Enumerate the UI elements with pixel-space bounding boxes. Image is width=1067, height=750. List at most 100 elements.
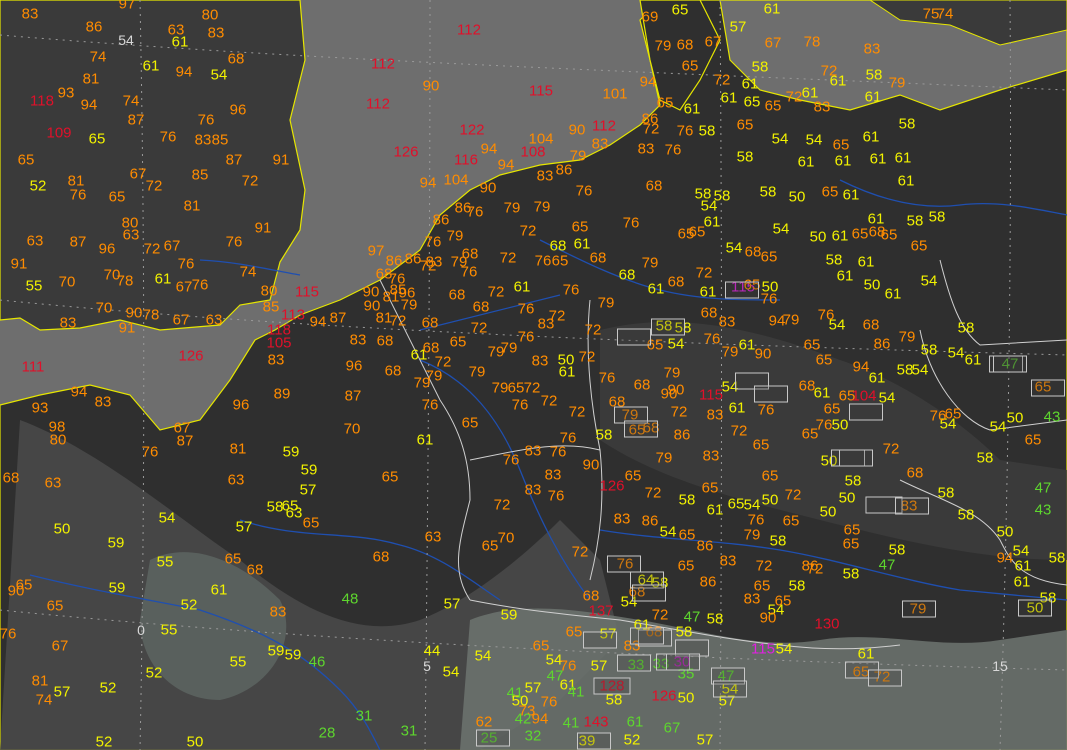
- gust-observation: 58: [751, 58, 769, 76]
- gust-observation: 87: [69, 233, 87, 251]
- gust-observation: 90: [7, 582, 25, 600]
- gust-observation: 80: [260, 282, 278, 300]
- gust-observation: 68: [2, 469, 20, 487]
- gust-observation: 72: [882, 440, 900, 458]
- highlighted-station-box: 26: [583, 631, 617, 649]
- gust-observation: 94: [639, 73, 657, 91]
- gust-observation: 54: [771, 130, 789, 148]
- gust-observation: 54: [805, 131, 823, 149]
- highlighted-station-box: 30: [666, 653, 700, 671]
- gust-observation: 72: [670, 403, 688, 421]
- gust-observation: 78: [116, 272, 134, 290]
- gust-observation: 76: [69, 186, 87, 204]
- gust-observation: 54: [667, 335, 685, 353]
- gust-observation: 83: [207, 24, 225, 42]
- gust-observation: 78: [803, 33, 821, 51]
- gust-observation: 143: [583, 713, 609, 731]
- gust-observation: 61: [1014, 557, 1032, 575]
- gust-observation: 94: [531, 710, 549, 728]
- gust-observation: 83: [267, 351, 285, 369]
- gust-observation: 83: [349, 331, 367, 349]
- gust-observation: 65: [727, 495, 745, 513]
- gust-observation: 72: [143, 240, 161, 258]
- gust-observation: 65: [671, 1, 689, 19]
- gust-observation: 65: [507, 379, 525, 397]
- gust-observation: 65: [677, 557, 695, 575]
- gust-observation: 65: [681, 57, 699, 75]
- gust-observation: 112: [592, 117, 616, 135]
- gust-observation: 72: [499, 249, 517, 267]
- gust-observation: 67: [764, 34, 782, 52]
- gust-observation: 91: [10, 255, 28, 273]
- gust-observation: 61: [171, 33, 189, 51]
- gust-observation: 104: [443, 171, 469, 189]
- highlighted-station-box: 50: [1018, 599, 1052, 617]
- highlighted-station-box: 83: [895, 497, 929, 515]
- gust-observation: 79: [500, 339, 518, 357]
- gust-observation: 79: [533, 198, 551, 216]
- highlighted-station-box: 58: [651, 318, 685, 336]
- highlighted-station-box: 83: [754, 385, 788, 403]
- gust-observation: 83: [59, 314, 77, 332]
- gust-observation: 90: [422, 77, 440, 95]
- gust-observation: 65: [782, 512, 800, 530]
- gust-observation: 68: [472, 298, 490, 316]
- gust-observation: 85: [262, 298, 280, 316]
- gust-observation: 57: [729, 18, 747, 36]
- gust-observation: 76: [747, 511, 765, 529]
- gust-observation: 65: [656, 94, 674, 112]
- gust-observation: 76: [460, 263, 478, 281]
- gust-observation: 72: [695, 264, 713, 282]
- gust-observation: 65: [752, 436, 770, 454]
- gust-observation: 61: [720, 89, 738, 107]
- weather-map[interactable]: 54 0 5 15 83 86 97 63 80 61 83 74 61 94 54 68 81 118 93 94…: [0, 0, 1067, 750]
- gust-observation: 83: [813, 98, 831, 116]
- gust-observation: 86: [699, 573, 717, 591]
- gust-observation: 48: [341, 590, 359, 608]
- gust-observation: 61: [763, 0, 781, 18]
- gust-observation: 32: [524, 727, 542, 745]
- gust-observation: 76: [517, 328, 535, 346]
- gust-observation: 55: [229, 653, 247, 671]
- gust-observation: 79: [654, 37, 672, 55]
- gust-observation: 61: [573, 235, 591, 253]
- gust-observation: 58: [788, 577, 806, 595]
- gust-observation: 76: [424, 233, 442, 251]
- gust-observation: 65: [461, 414, 479, 432]
- gust-observation: 46: [308, 653, 326, 671]
- gust-observation: 65: [832, 136, 850, 154]
- gust-observation: 79: [663, 364, 681, 382]
- gust-observation: 65: [565, 623, 583, 641]
- gust-observation: 43: [1043, 408, 1061, 426]
- gust-observation: 76: [177, 255, 195, 273]
- graticule-label: 0: [137, 622, 145, 638]
- gust-observation: 72: [578, 348, 596, 366]
- highlighted-station-box: 65: [624, 420, 658, 438]
- gust-observation: 79: [503, 199, 521, 217]
- gust-observation: 126: [178, 347, 204, 365]
- gust-observation: 68: [246, 561, 264, 579]
- gust-observation: 86: [85, 18, 103, 36]
- highlighted-station-box: 65: [1031, 379, 1065, 397]
- gust-observation: 50: [838, 489, 856, 507]
- gust-observation: 61: [868, 369, 886, 387]
- gust-observation: 76: [562, 281, 580, 299]
- gust-observation: 61: [626, 713, 644, 731]
- gust-observation: 83: [863, 40, 881, 58]
- gust-observation: 91: [254, 219, 272, 237]
- gust-observation: 65: [17, 151, 35, 169]
- gust-observation: 72: [730, 422, 748, 440]
- gust-observation: 94: [996, 549, 1014, 567]
- gust-observation: 55: [160, 621, 178, 639]
- gust-observation: 59: [108, 579, 126, 597]
- gust-observation: 68: [633, 376, 651, 394]
- gust-observation: 58: [825, 251, 843, 269]
- gust-observation: 83: [531, 352, 549, 370]
- gust-observation: 61: [706, 501, 724, 519]
- gust-observation: 68: [448, 286, 466, 304]
- gust-observation: 83: [21, 5, 39, 23]
- gust-observation: 72: [241, 172, 259, 190]
- gust-observation: 79: [491, 379, 509, 397]
- gust-observation: 68: [667, 273, 685, 291]
- highlighted-station-box: 47: [993, 355, 1027, 373]
